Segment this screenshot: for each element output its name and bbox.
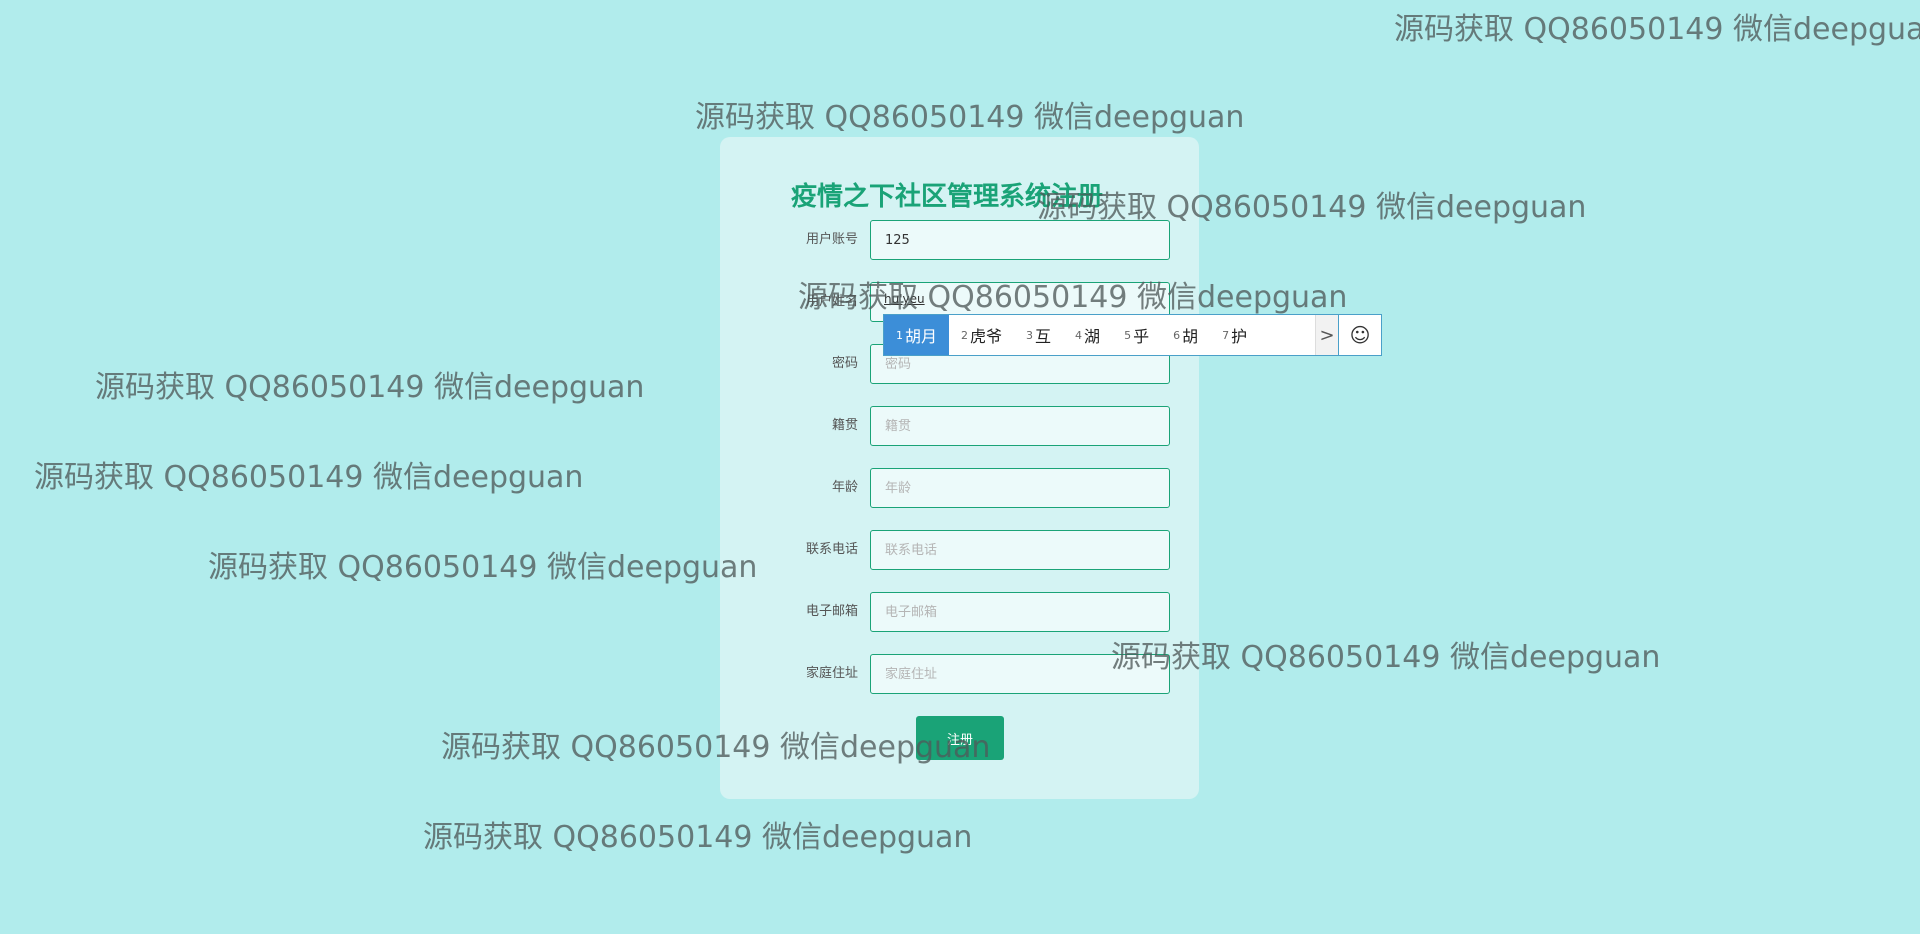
ime-candidate-2-text: 虎爷 [970, 327, 1003, 346]
ime-candidate-2[interactable]: 2 虎爷 [949, 315, 1014, 355]
watermark-text: 源码获取 QQ86050149 微信deepguan [208, 550, 758, 585]
form-row-email: 电子邮箱 [720, 592, 1199, 632]
name-label: 用户姓名 [805, 294, 858, 309]
address-input[interactable] [870, 654, 1170, 694]
password-label: 密码 [831, 356, 858, 371]
page-title: 疫情之下社区管理系统注册 [791, 182, 1104, 212]
email-label: 电子邮箱 [805, 604, 858, 619]
hometown-label: 籍贯 [831, 418, 858, 433]
ime-candidate-7-text: 护 [1231, 327, 1248, 346]
watermark-text: 源码获取 QQ86050149 微信deepguan [695, 100, 1245, 135]
ime-candidate-1-text: 胡月 [905, 327, 938, 346]
age-label: 年龄 [831, 480, 858, 495]
ime-candidate-3-number: 3 [1026, 328, 1034, 342]
age-input[interactable] [870, 468, 1170, 508]
ime-candidate-2-number: 2 [961, 328, 969, 342]
account-label: 用户账号 [805, 232, 858, 247]
ime-candidate-4-number: 4 [1075, 328, 1083, 342]
ime-candidate-bar: 1 胡月 2 虎爷 3互 4湖 5乎 6胡 7护 > ☺ [883, 314, 1382, 356]
phone-input[interactable] [870, 530, 1170, 570]
ime-candidate-5[interactable]: 5乎 [1112, 315, 1161, 355]
ime-candidate-6-text: 胡 [1182, 327, 1199, 346]
smiley-icon[interactable]: ☺ [1338, 315, 1381, 355]
email-input[interactable] [870, 592, 1170, 632]
ime-candidate-5-text: 乎 [1133, 327, 1150, 346]
ime-candidate-3-text: 互 [1035, 327, 1052, 346]
watermark-text: 源码获取 QQ86050149 微信deepguan [1394, 12, 1920, 47]
watermark-text: 源码获取 QQ86050149 微信deepguan [423, 820, 973, 855]
ime-candidate-7[interactable]: 7护 [1210, 315, 1249, 355]
form-row-phone: 联系电话 [720, 530, 1199, 570]
ime-candidate-4[interactable]: 4湖 [1063, 315, 1112, 355]
ime-composition: hu'yeu [884, 292, 925, 306]
form-row-account: 用户账号 [720, 220, 1199, 260]
hometown-input[interactable] [870, 406, 1170, 446]
watermark-text: 源码获取 QQ86050149 微信deepguan [95, 370, 645, 405]
watermark-text: 源码获取 QQ86050149 微信deepguan [34, 460, 584, 495]
account-input[interactable] [870, 220, 1170, 260]
chevron-right-icon[interactable]: > [1315, 315, 1338, 355]
ime-candidate-5-number: 5 [1124, 328, 1132, 342]
form-row-age: 年龄 [720, 468, 1199, 508]
ime-candidate-1[interactable]: 1 胡月 [884, 315, 950, 355]
ime-candidate-6-number: 6 [1173, 328, 1181, 342]
register-button[interactable]: 注册 [916, 716, 1004, 760]
ime-candidate-4-text: 湖 [1084, 327, 1101, 346]
phone-label: 联系电话 [805, 542, 858, 557]
form-row-hometown: 籍贯 [720, 406, 1199, 446]
ime-candidate-7-number: 7 [1222, 328, 1230, 342]
ime-candidate-6[interactable]: 6胡 [1161, 315, 1210, 355]
ime-candidate-1-number: 1 [896, 328, 903, 342]
address-label: 家庭住址 [805, 666, 858, 681]
ime-candidate-3[interactable]: 3互 [1014, 315, 1063, 355]
form-row-address: 家庭住址 [720, 654, 1199, 694]
